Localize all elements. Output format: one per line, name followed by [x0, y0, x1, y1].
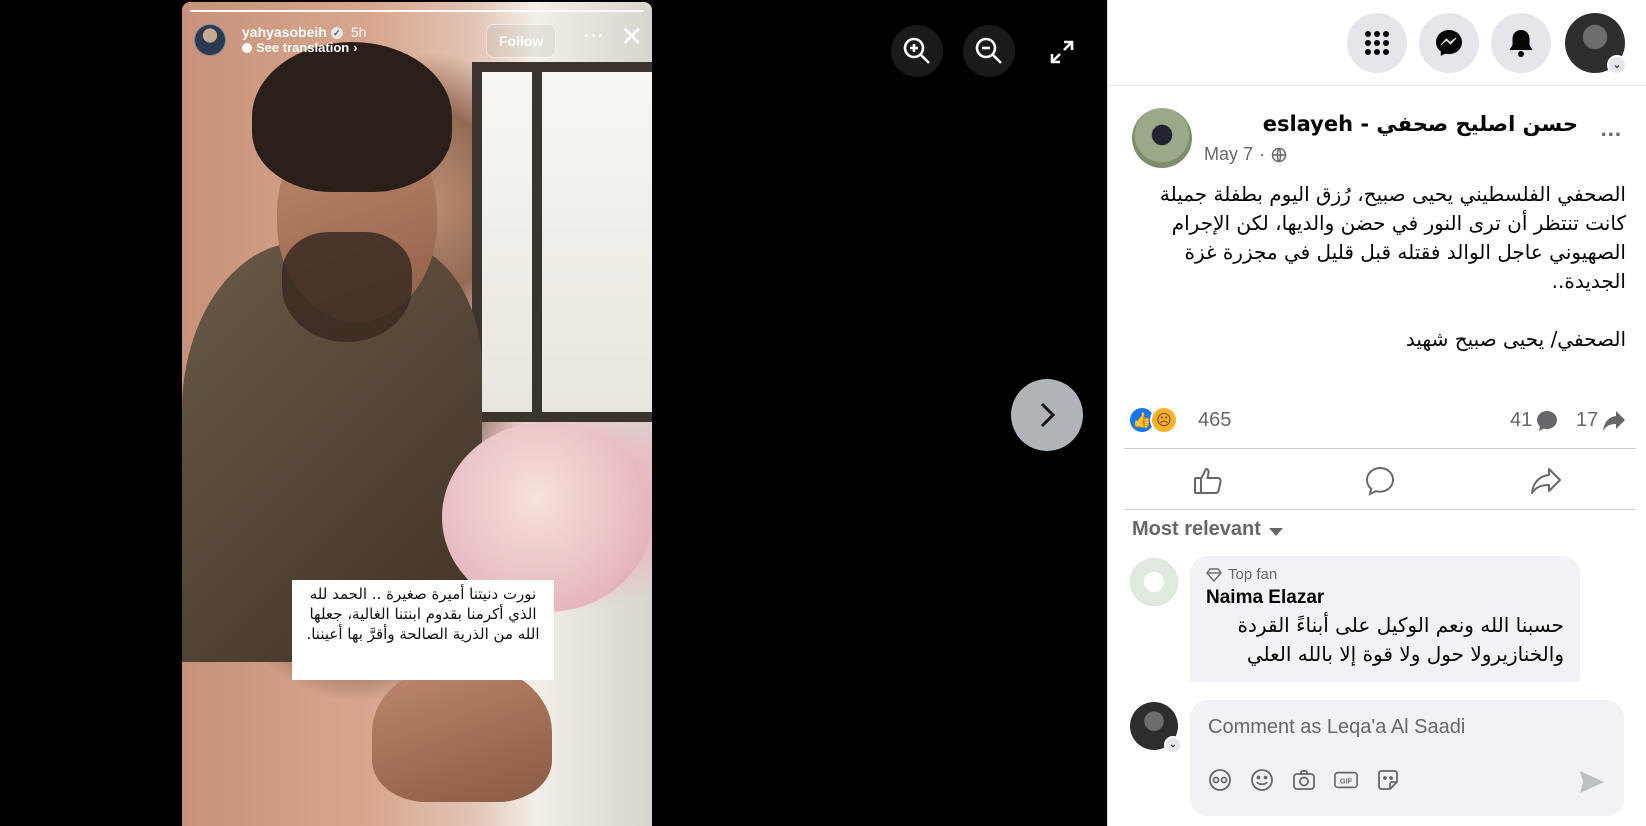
notifications-button[interactable]	[1491, 13, 1551, 73]
zoom-in-button[interactable]	[891, 25, 943, 77]
comment-sort-dropdown[interactable]: Most relevant	[1132, 518, 1283, 541]
next-media-button[interactable]	[1011, 379, 1083, 451]
comment-bubble: Top fan Naima Elazar حسبنا الله ونعم الو…	[1190, 556, 1580, 682]
zoom-out-button[interactable]	[963, 25, 1015, 77]
messenger-icon	[1436, 30, 1462, 56]
svg-text:GIF: GIF	[1340, 777, 1353, 786]
camera-icon[interactable]	[1292, 768, 1316, 792]
story-username[interactable]: yahyasobeih	[242, 24, 327, 40]
globe-icon	[1271, 147, 1287, 162]
like-button[interactable]	[1190, 463, 1226, 499]
comment-placeholder: Comment as Leqa'a Al Saadi	[1208, 716, 1466, 738]
emoji-icon[interactable]	[1250, 768, 1274, 792]
story-image: yahyasobeih ✓ 5h See translation › Follo…	[182, 2, 652, 826]
translate-bubble-icon	[242, 43, 252, 54]
caret-down-icon	[1268, 527, 1283, 536]
post-actions	[1124, 448, 1636, 510]
send-button[interactable]	[1578, 768, 1606, 796]
comment-text: حسبنا الله ونعم الوكيل على أبناءً القردة…	[1237, 613, 1564, 666]
comment-input[interactable]: Comment as Leqa'a Al Saadi GIF	[1190, 700, 1624, 816]
story-caption-sticker: نورت دنيتنا أميرة صغيرة .. الحمد لله الذ…	[292, 580, 554, 680]
post-paragraph: الصحفي/ يحيى صبيح شهيد	[1405, 327, 1626, 351]
story-header: yahyasobeih ✓ 5h See translation › Follo…	[194, 20, 643, 60]
send-icon	[1580, 771, 1604, 793]
comments-count[interactable]: 41	[1510, 409, 1558, 432]
page-name[interactable]: حسن اصليح صحفي - eslayeh	[1263, 112, 1578, 136]
chevron-right-icon: ›	[353, 39, 358, 55]
post-stats: 👍 ☹ 465 41 17	[1128, 404, 1632, 436]
share-button[interactable]	[1528, 463, 1564, 499]
see-translation-link[interactable]: See translation ›	[242, 39, 366, 56]
post-body: الصحفي الفلسطيني يحيى صبيح، رُزق اليوم ب…	[1130, 180, 1626, 354]
comment-button[interactable]	[1362, 463, 1398, 499]
story-time: 5h	[350, 24, 367, 41]
story-author-avatar[interactable]	[194, 24, 226, 56]
fullscreen-icon	[1050, 40, 1074, 64]
post-paragraph: الصحفي الفلسطيني يحيى صبيح، رُزق اليوم ب…	[1159, 182, 1626, 293]
top-navigation: ⌄	[1108, 0, 1646, 86]
avatar-sticker-icon[interactable]	[1208, 768, 1232, 792]
reactions-summary[interactable]: 👍 ☹	[1128, 406, 1178, 434]
messenger-button[interactable]	[1419, 13, 1479, 73]
comment-item: Top fan Naima Elazar حسبنا الله ونعم الو…	[1130, 556, 1630, 682]
close-icon[interactable]: ✕	[620, 22, 643, 52]
post-options-button[interactable]: ...	[1601, 116, 1622, 142]
follow-button[interactable]: Follow	[486, 24, 557, 58]
story-more-options[interactable]: ···	[584, 26, 605, 47]
top-fan-badge: Top fan	[1206, 566, 1564, 583]
like-thumb-icon	[1194, 467, 1222, 494]
comment-author[interactable]: Naima Elazar	[1206, 587, 1564, 609]
apps-grid-icon	[1365, 31, 1389, 55]
zoom-in-icon	[903, 37, 930, 64]
notifications-bell-icon	[1509, 30, 1533, 57]
chevron-down-icon: ⌄	[1607, 55, 1627, 75]
post-date[interactable]: May 7	[1204, 144, 1253, 165]
post-panel: ⌄ حسن اصليح صحفي - eslayeh May 7 · ... ا…	[1107, 0, 1646, 826]
profile-avatar[interactable]: ⌄	[1565, 13, 1627, 75]
post-header: حسن اصليح صحفي - eslayeh May 7 · ...	[1132, 108, 1632, 172]
share-arrow-icon	[1603, 410, 1626, 431]
page-avatar[interactable]	[1132, 108, 1192, 168]
gif-icon[interactable]: GIF	[1334, 768, 1358, 792]
comment-icon	[1365, 466, 1395, 496]
sad-reaction-icon: ☹	[1150, 406, 1178, 434]
diamond-icon	[1206, 567, 1222, 582]
window-photo-element	[472, 62, 652, 422]
verified-badge-icon: ✓	[330, 26, 343, 39]
sticker-icon[interactable]	[1376, 768, 1400, 792]
story-progress-bar	[190, 10, 644, 12]
commenter-avatar[interactable]	[1130, 558, 1178, 606]
media-viewer: yahyasobeih ✓ 5h See translation › Follo…	[0, 0, 1107, 826]
comment-composer: ⌄ Comment as Leqa'a Al Saadi GIF	[1130, 700, 1634, 818]
chevron-right-icon	[1040, 402, 1056, 428]
menu-button[interactable]	[1347, 13, 1407, 73]
shares-count[interactable]: 17	[1576, 409, 1626, 432]
current-user-avatar[interactable]: ⌄	[1130, 702, 1182, 754]
reactions-count[interactable]: 465	[1198, 409, 1231, 432]
fullscreen-button[interactable]	[1040, 30, 1084, 74]
chevron-down-icon: ⌄	[1164, 736, 1182, 754]
share-icon	[1531, 468, 1561, 494]
zoom-out-icon	[975, 37, 1002, 64]
comment-bubble-icon	[1537, 410, 1558, 431]
